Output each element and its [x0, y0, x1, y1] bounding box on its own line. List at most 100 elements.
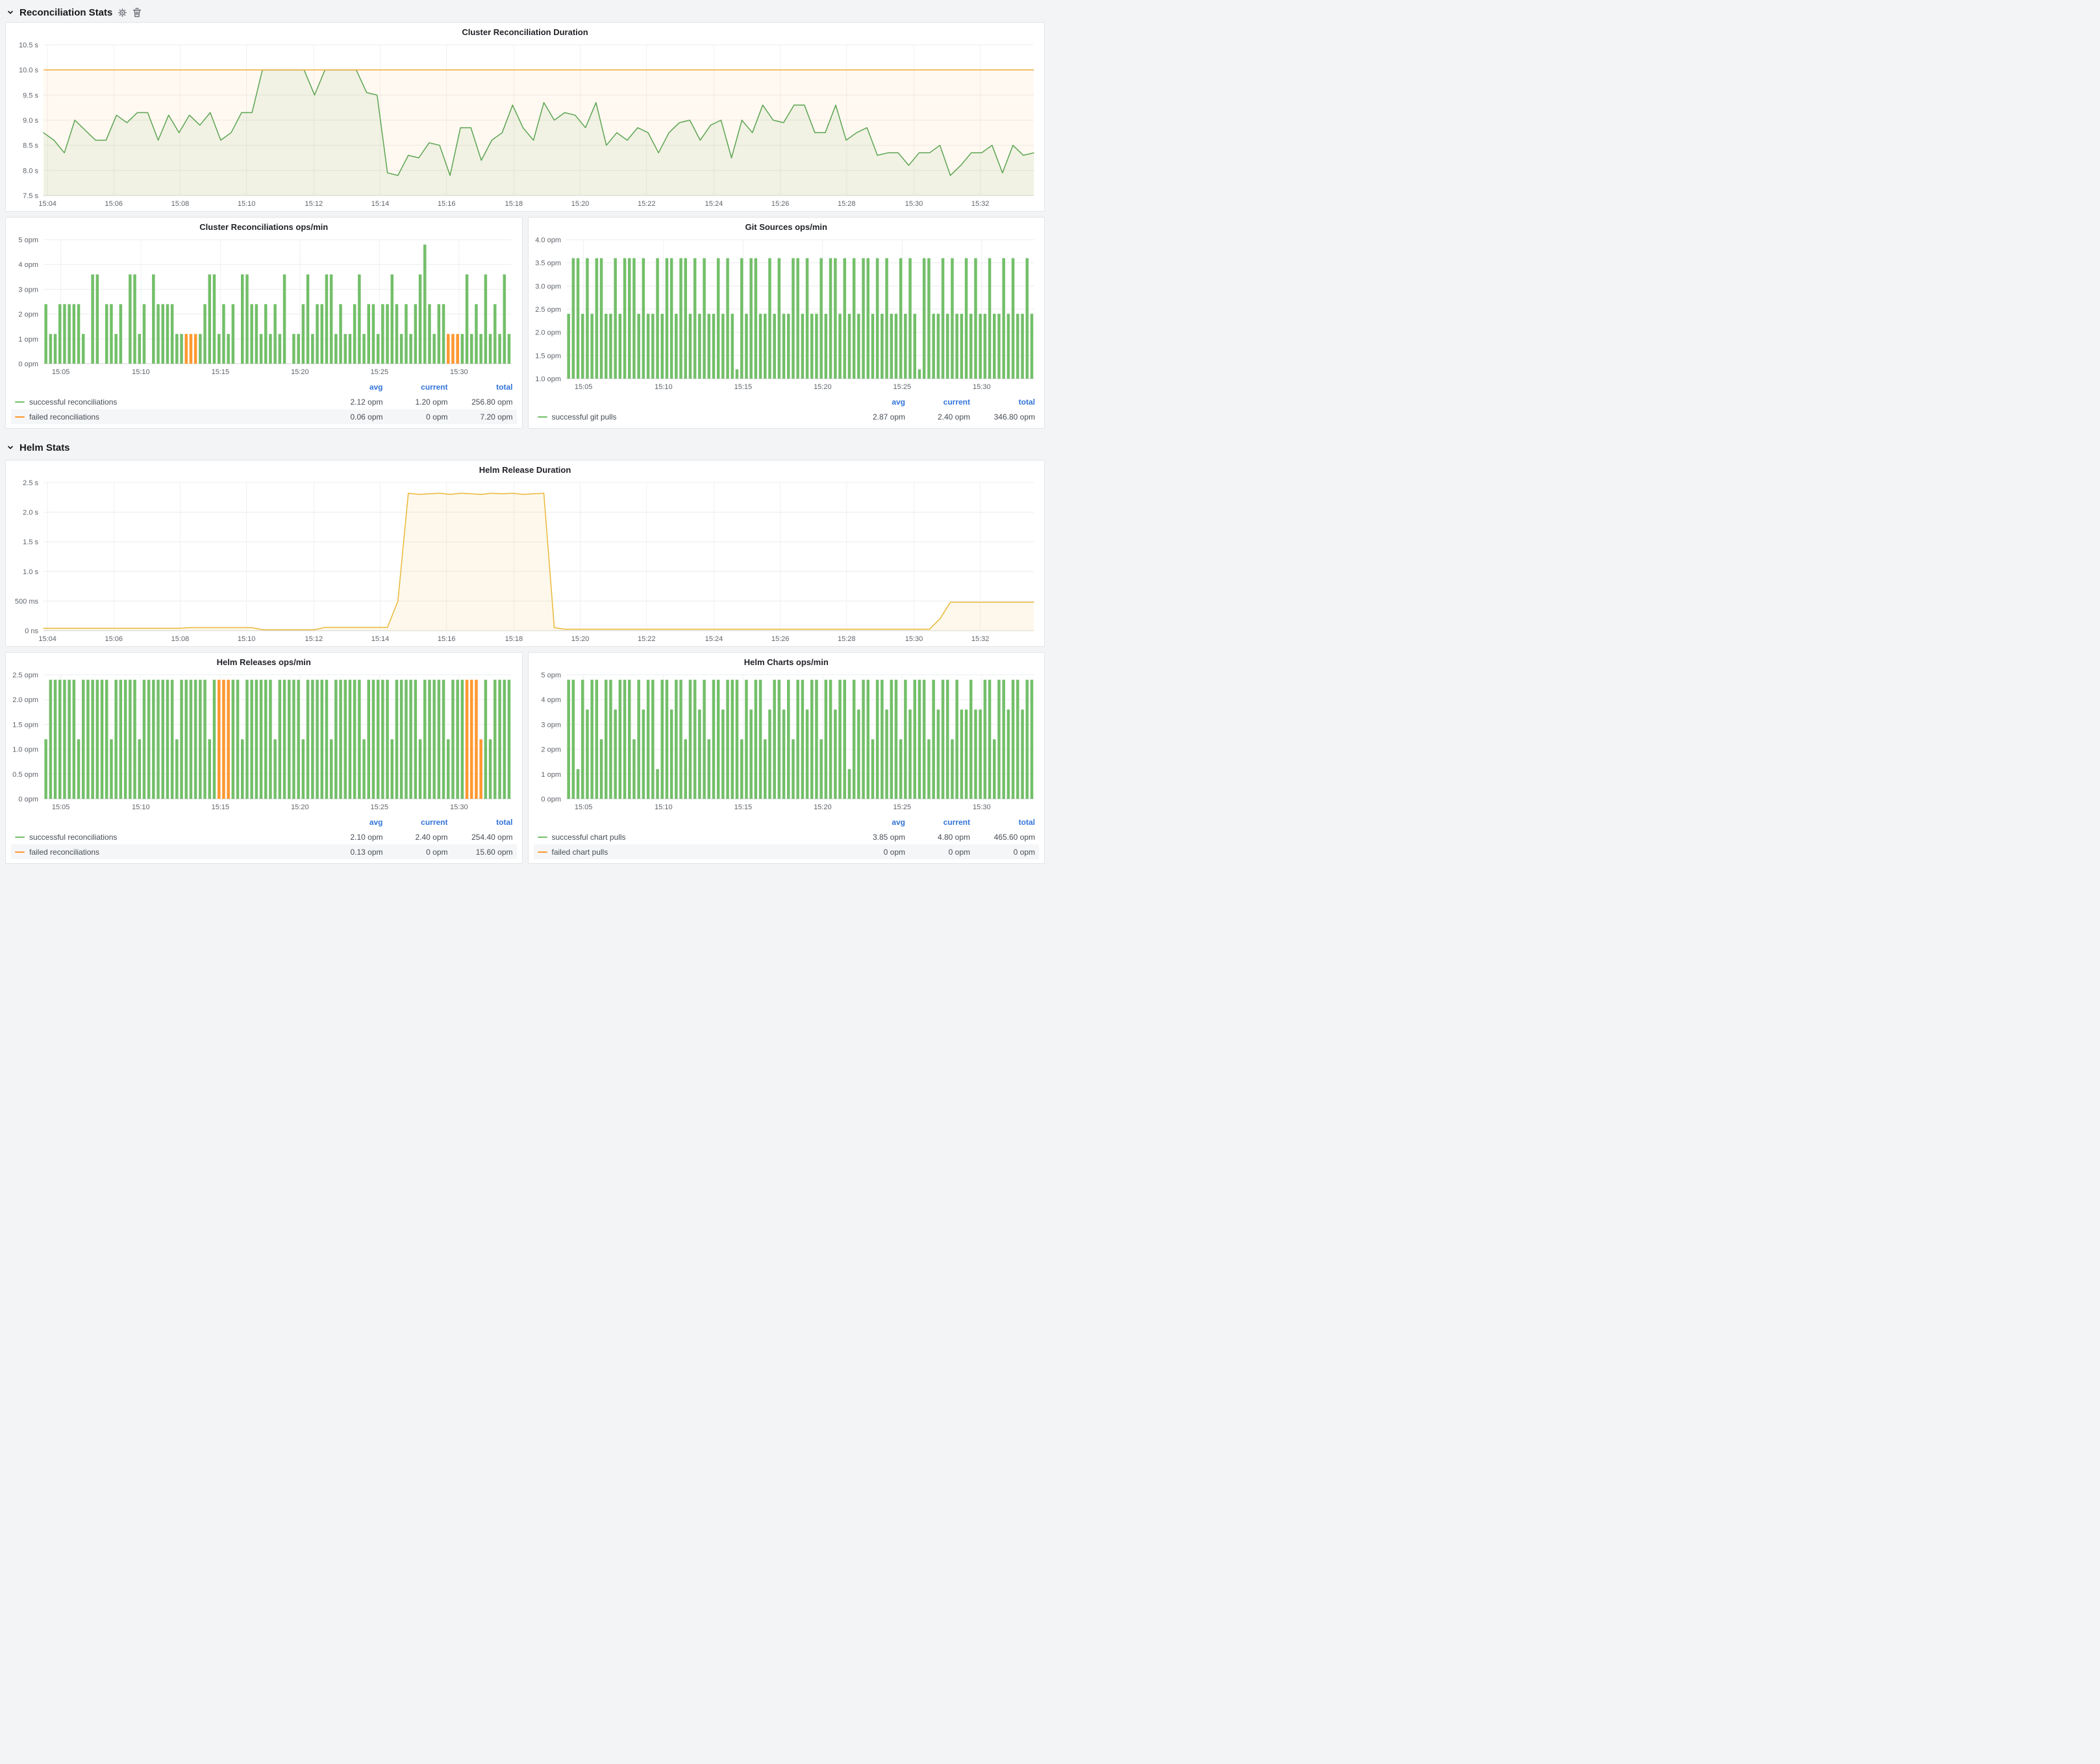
svg-text:8.5 s: 8.5 s [23, 142, 38, 150]
svg-text:15:12: 15:12 [305, 200, 323, 208]
legend-header-row: avgcurrenttotal [11, 379, 517, 394]
legend-column-header[interactable]: current [383, 818, 448, 827]
svg-text:1.0 opm: 1.0 opm [535, 375, 561, 383]
svg-text:5 opm: 5 opm [541, 672, 561, 679]
svg-text:15:30: 15:30 [973, 803, 991, 811]
svg-text:15:22: 15:22 [638, 635, 656, 643]
svg-text:15:30: 15:30 [905, 200, 923, 208]
svg-text:15:10: 15:10 [132, 803, 150, 811]
legend-value: 3.85 opm [840, 833, 905, 842]
svg-text:15:20: 15:20 [814, 383, 832, 391]
legend-header-row: avgcurrenttotal [534, 394, 1040, 409]
trash-icon[interactable] [132, 8, 142, 18]
section-header-helm-stats[interactable]: Helm Stats [5, 438, 1045, 457]
legend-value: 346.80 opm [970, 412, 1035, 422]
svg-text:15:32: 15:32 [971, 200, 990, 208]
svg-text:15:20: 15:20 [814, 803, 832, 811]
svg-text:1.5 opm: 1.5 opm [12, 721, 38, 729]
svg-text:15:06: 15:06 [105, 635, 123, 643]
legend-series-name[interactable]: successful reconciliations [29, 833, 117, 842]
legend-value: 0 opm [383, 412, 448, 422]
svg-text:15:20: 15:20 [571, 635, 590, 643]
svg-text:4 opm: 4 opm [541, 696, 561, 704]
panel-title[interactable]: Cluster Reconciliation Duration [6, 23, 1044, 38]
svg-text:15:12: 15:12 [305, 635, 323, 643]
svg-text:15:25: 15:25 [893, 383, 911, 391]
legend-series-name[interactable]: successful git pulls [552, 412, 617, 422]
legend-column-header[interactable]: avg [840, 397, 905, 407]
svg-text:7.5 s: 7.5 s [23, 192, 38, 200]
cluster-reconciliations-ops-chart[interactable]: 5 opm4 opm3 opm2 opm1 opm0 opm15:0515:10… [7, 234, 518, 379]
legend-column-header[interactable]: total [448, 383, 513, 392]
svg-text:15:26: 15:26 [771, 200, 790, 208]
legend-row: successful chart pulls 3.85 opm4.80 opm46… [534, 829, 1040, 844]
legend-column-header[interactable]: avg [840, 818, 905, 827]
legend-value: 15.60 opm [448, 848, 513, 857]
svg-text:15:15: 15:15 [734, 803, 752, 811]
legend-column-header[interactable]: current [905, 818, 970, 827]
legend-column-header[interactable]: current [383, 383, 448, 392]
chevron-down-icon[interactable] [6, 8, 14, 16]
legend-helm-charts: avgcurrenttotal successful chart pulls 3.8… [529, 814, 1045, 863]
legend-series-name[interactable]: failed chart pulls [552, 848, 608, 857]
helm-releases-ops-chart[interactable]: 2.5 opm2.0 opm1.5 opm1.0 opm0.5 opm0 opm… [7, 670, 518, 814]
svg-text:3 opm: 3 opm [541, 721, 561, 729]
panel-helm-charts-ops: Helm Charts ops/min 5 opm4 opm3 opm2 opm… [528, 652, 1045, 864]
legend-column-header[interactable]: current [905, 397, 970, 407]
legend-value: 2.40 opm [383, 833, 448, 842]
helm-release-duration-chart[interactable]: 2.5 s2.0 s1.5 s1.0 s500 ms0 ns15:0415:06… [7, 477, 1040, 646]
legend-helm-releases: avgcurrenttotal successful reconciliation… [6, 814, 522, 863]
section-title[interactable]: Helm Stats [19, 442, 70, 453]
panel-title[interactable]: Cluster Reconciliations ops/min [6, 218, 522, 233]
panel-title[interactable]: Helm Releases ops/min [6, 653, 522, 668]
svg-text:15:30: 15:30 [905, 635, 923, 643]
panel-title[interactable]: Git Sources ops/min [529, 218, 1045, 233]
svg-text:3.0 opm: 3.0 opm [535, 283, 561, 290]
svg-text:2.5 s: 2.5 s [23, 479, 38, 487]
svg-text:15:15: 15:15 [734, 383, 752, 391]
svg-text:15:08: 15:08 [171, 200, 190, 208]
panel-title[interactable]: Helm Release Duration [6, 460, 1044, 476]
svg-text:15:06: 15:06 [105, 200, 123, 208]
gear-icon[interactable] [118, 8, 127, 18]
svg-text:3.5 opm: 3.5 opm [535, 260, 561, 268]
series-swatch [15, 851, 25, 853]
legend-column-header[interactable]: avg [318, 818, 383, 827]
series-swatch [538, 837, 547, 838]
chevron-down-icon[interactable] [6, 444, 14, 451]
legend-series-name[interactable]: failed reconciliations [29, 848, 99, 857]
dashboard: Reconciliation Stats Cluster Reconciliat… [0, 0, 1050, 869]
series-swatch [15, 837, 25, 838]
svg-text:10.0 s: 10.0 s [19, 67, 38, 75]
legend-value: 4.80 opm [905, 833, 970, 842]
panel-title[interactable]: Helm Charts ops/min [529, 653, 1045, 668]
svg-text:3 opm: 3 opm [18, 286, 38, 294]
svg-text:2.0 s: 2.0 s [23, 509, 38, 517]
svg-text:15:04: 15:04 [38, 200, 56, 208]
legend-value: 0 opm [383, 848, 448, 857]
panel-helm-release-duration: Helm Release Duration 2.5 s2.0 s1.5 s1.0… [5, 460, 1045, 647]
svg-text:2.5 opm: 2.5 opm [535, 306, 561, 314]
legend-column-header[interactable]: total [970, 397, 1035, 407]
cluster-reconciliation-duration-chart[interactable]: 10.5 s10.0 s9.5 s9.0 s8.5 s8.0 s7.5 s15:… [7, 40, 1040, 211]
legend-cluster-reconciliations: avgcurrenttotal successful reconciliation… [6, 379, 522, 428]
git-sources-ops-chart[interactable]: 4.0 opm3.5 opm3.0 opm2.5 opm2.0 opm1.5 o… [530, 234, 1041, 394]
section-header-reconciliation-stats[interactable]: Reconciliation Stats [5, 3, 1045, 22]
section-title[interactable]: Reconciliation Stats [19, 7, 112, 18]
legend-value: 0.06 opm [318, 412, 383, 422]
legend-value: 465.60 opm [970, 833, 1035, 842]
legend-value: 254.40 opm [448, 833, 513, 842]
helm-charts-ops-chart[interactable]: 5 opm4 opm3 opm2 opm1 opm0 opm15:0515:10… [530, 670, 1041, 814]
legend-series-name[interactable]: successful reconciliations [29, 397, 117, 407]
legend-value: 0 opm [970, 848, 1035, 857]
legend-series-name[interactable]: failed reconciliations [29, 412, 99, 422]
svg-text:15:08: 15:08 [171, 635, 190, 643]
legend-value: 7.20 opm [448, 412, 513, 422]
legend-column-header[interactable]: total [970, 818, 1035, 827]
svg-text:15:16: 15:16 [438, 200, 456, 208]
legend-series-name[interactable]: successful chart pulls [552, 833, 626, 842]
svg-text:15:20: 15:20 [571, 200, 590, 208]
legend-column-header[interactable]: total [448, 818, 513, 827]
legend-column-header[interactable]: avg [318, 383, 383, 392]
svg-text:2.0 opm: 2.0 opm [12, 696, 38, 704]
